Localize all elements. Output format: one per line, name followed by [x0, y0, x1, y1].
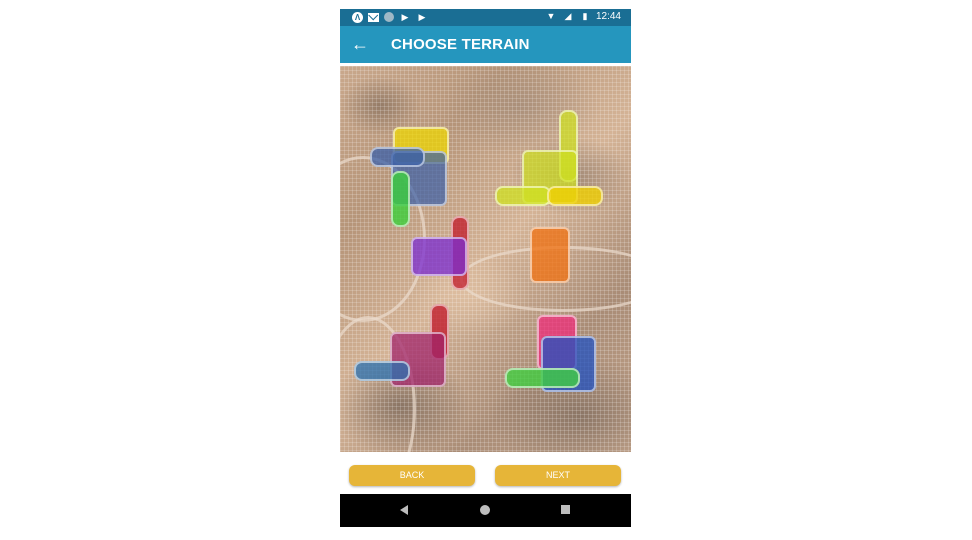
terrain-shape-green-bar-left[interactable]	[391, 171, 410, 227]
notification-icons: Λ ▶ ▶	[352, 11, 428, 23]
status-time: 12:44	[595, 10, 621, 22]
phone-screen: Λ ▶ ▶ ▼ ◢ ▮ 12:44 ← CHOOSE TERRAIN BACK …	[340, 9, 631, 527]
circle-icon	[384, 12, 394, 22]
terrain-map[interactable]	[340, 66, 631, 452]
a-circle-icon: Λ	[352, 11, 363, 23]
arrow-left-icon[interactable]: ←	[350, 34, 370, 54]
status-bar: Λ ▶ ▶ ▼ ◢ ▮ 12:44	[340, 9, 631, 26]
terrain-shape-green-bar-lower-right[interactable]	[505, 368, 580, 388]
nav-recents-icon[interactable]	[561, 505, 570, 514]
terrain-shape-purple-block[interactable]	[411, 237, 467, 276]
next-button[interactable]: NEXT	[495, 465, 621, 486]
battery-icon: ▮	[582, 10, 588, 21]
nav-back-icon[interactable]	[400, 505, 408, 515]
terrain-shape-orange-block[interactable]	[530, 227, 570, 283]
terrain-shape-yellow-horizontal-bar[interactable]	[547, 186, 603, 206]
wifi-icon: ▼	[546, 10, 556, 21]
system-icons: ▼ ◢ ▮ 12:44	[545, 10, 622, 22]
terrain-shape-blue-bar-top-left[interactable]	[370, 147, 425, 167]
terrain-shape-yellow-green-horizontal-bar[interactable]	[495, 186, 551, 206]
play-store-icon: ▶	[418, 11, 426, 22]
back-button[interactable]: BACK	[349, 465, 475, 486]
signal-icon: ◢	[564, 10, 572, 21]
play-store-icon: ▶	[401, 11, 409, 22]
app-bar: ← CHOOSE TERRAIN	[340, 26, 631, 63]
terrain-shape-blue-bar-lower-left[interactable]	[354, 361, 410, 381]
nav-home-icon[interactable]	[480, 505, 490, 515]
mail-icon	[368, 12, 379, 22]
page-title: CHOOSE TERRAIN	[391, 36, 530, 53]
navigation-bar	[340, 494, 631, 527]
